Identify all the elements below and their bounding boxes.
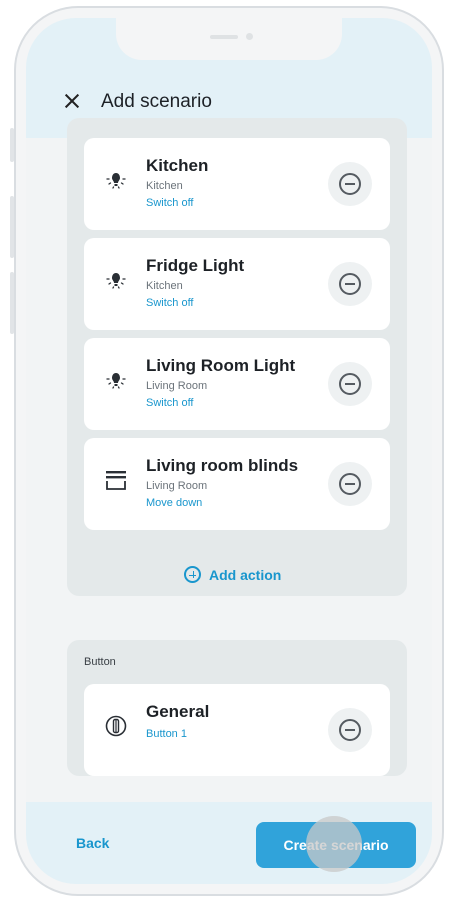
action-room: Kitchen bbox=[146, 280, 183, 292]
minus-circle-icon bbox=[339, 273, 361, 295]
button-device-icon bbox=[105, 715, 127, 737]
action-device-name: Living room blinds bbox=[146, 456, 299, 475]
phone-notch bbox=[116, 18, 342, 60]
button-section-label: Button bbox=[84, 656, 116, 668]
light-bulb-icon bbox=[106, 273, 126, 289]
minus-circle-icon bbox=[339, 373, 361, 395]
action-room: Living Room bbox=[146, 480, 208, 492]
scenario-content[interactable]: Kitchen Kitchen Switch off Fridge Light … bbox=[26, 118, 432, 802]
remove-action-button[interactable] bbox=[328, 162, 372, 206]
light-bulb-icon bbox=[106, 373, 126, 389]
remove-action-button[interactable] bbox=[328, 262, 372, 306]
action-command[interactable]: Switch off bbox=[146, 197, 194, 209]
action-card[interactable]: Fridge Light Kitchen Switch off bbox=[84, 238, 390, 330]
footer-bar: Back Create scenario bbox=[26, 802, 432, 884]
speaker-grille bbox=[210, 35, 238, 39]
phone-mute-switch bbox=[10, 128, 14, 162]
create-scenario-button[interactable]: Create scenario bbox=[256, 822, 416, 868]
action-command[interactable]: Switch off bbox=[146, 397, 194, 409]
add-action-button[interactable]: Add action bbox=[184, 566, 281, 588]
button-device-name: General bbox=[146, 702, 210, 721]
button-card[interactable]: General Button 1 bbox=[84, 684, 390, 776]
action-device-name: Kitchen bbox=[146, 156, 209, 175]
minus-circle-icon bbox=[339, 173, 361, 195]
close-icon[interactable] bbox=[60, 90, 84, 114]
action-command[interactable]: Switch off bbox=[146, 297, 194, 309]
minus-circle-icon bbox=[339, 473, 361, 495]
page-title: Add scenario bbox=[101, 91, 212, 112]
light-bulb-icon bbox=[106, 173, 126, 189]
action-card[interactable]: Kitchen Kitchen Switch off bbox=[84, 138, 390, 230]
action-command[interactable]: Move down bbox=[146, 497, 202, 509]
button-device-sub[interactable]: Button 1 bbox=[146, 728, 187, 740]
plus-circle-icon bbox=[184, 566, 201, 583]
app-screen: Add scenario Kitchen Kitchen Switch off bbox=[26, 18, 432, 884]
action-device-name: Living Room Light bbox=[146, 356, 296, 375]
action-room: Kitchen bbox=[146, 180, 183, 192]
action-device-name: Fridge Light bbox=[146, 256, 245, 275]
back-button[interactable]: Back bbox=[76, 835, 109, 851]
front-camera bbox=[246, 33, 253, 40]
minus-circle-icon bbox=[339, 719, 361, 741]
action-card[interactable]: Living Room Light Living Room Switch off bbox=[84, 338, 390, 430]
remove-action-button[interactable] bbox=[328, 462, 372, 506]
phone-volume-down bbox=[10, 272, 14, 334]
add-action-label: Add action bbox=[209, 567, 282, 583]
action-card[interactable]: Living room blinds Living Room Move down bbox=[84, 438, 390, 530]
remove-action-button[interactable] bbox=[328, 362, 372, 406]
blinds-icon bbox=[106, 471, 126, 490]
phone-volume-up bbox=[10, 196, 14, 258]
remove-button-button[interactable] bbox=[328, 708, 372, 752]
action-room: Living Room bbox=[146, 380, 208, 392]
